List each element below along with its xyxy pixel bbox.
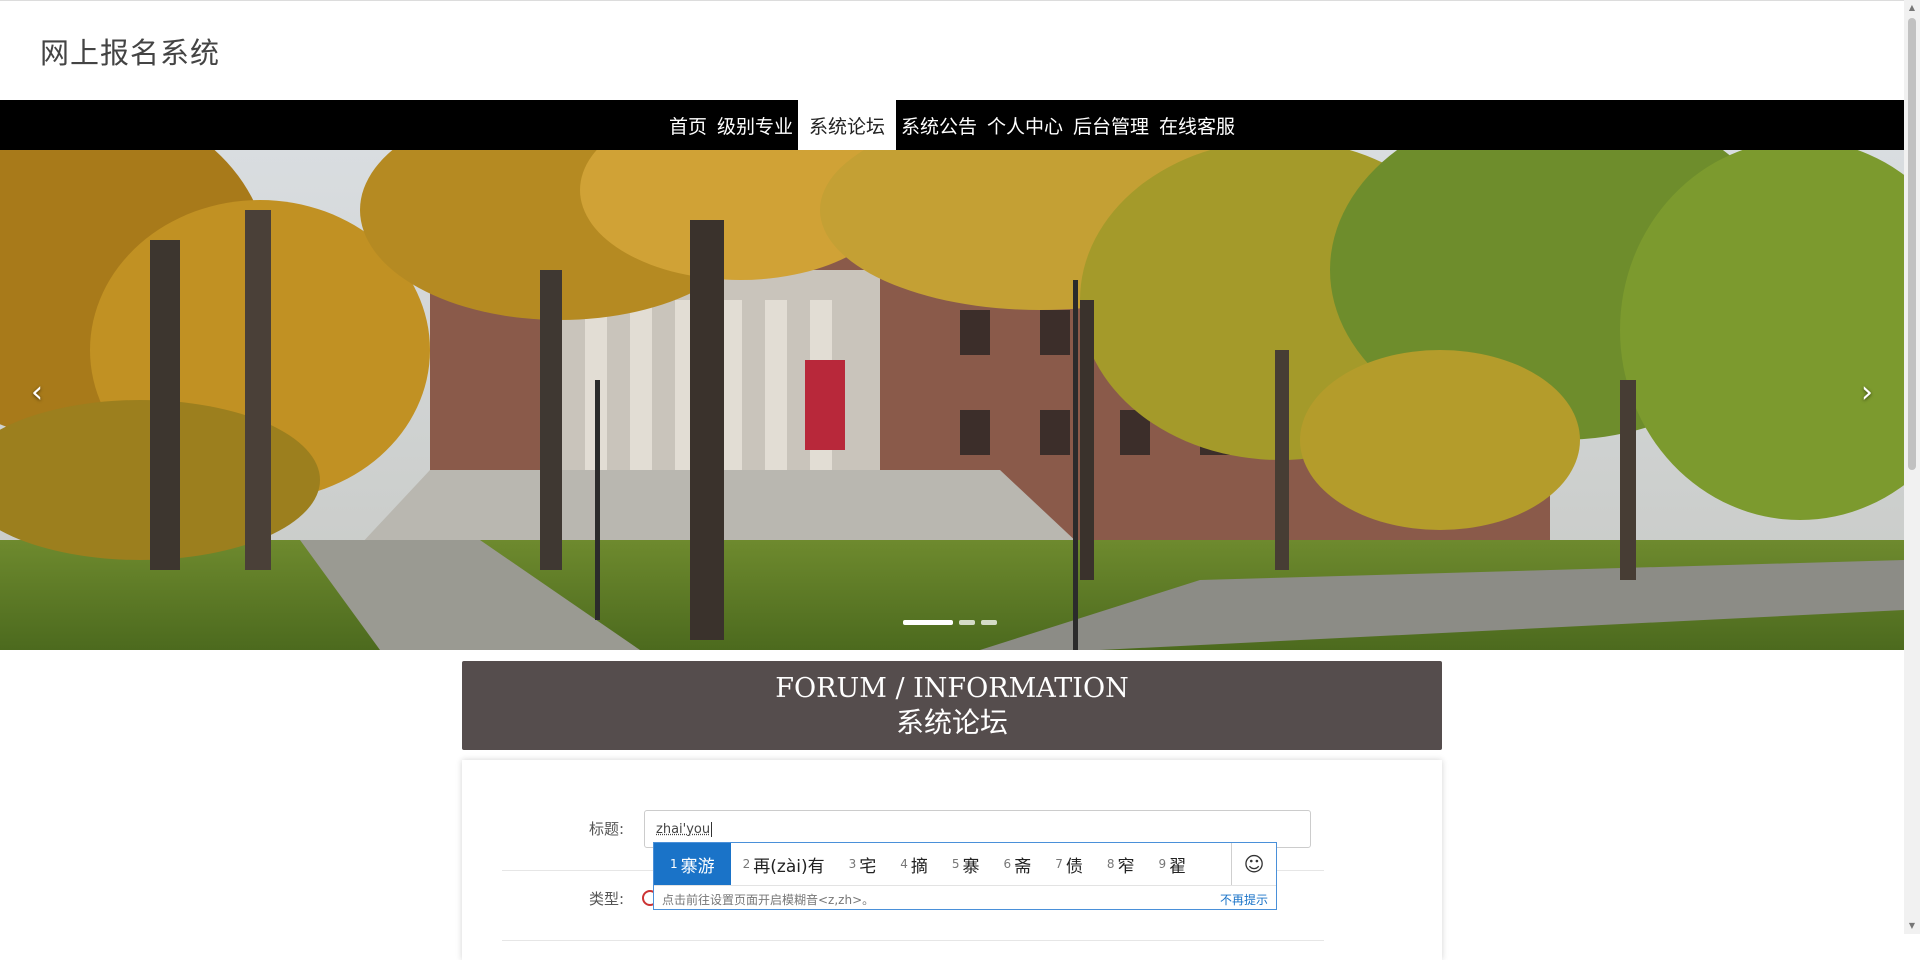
ime-candidate-list: 1 寨游 2 再(zài)有 3宅 4摘 5寨 6斋 7债 8窄 9翟 [654,843,1232,885]
main-navbar: 首页 级别专业 系统论坛 系统公告 个人中心 后台管理 在线客服 [0,100,1904,150]
carousel-indicator-2[interactable] [959,620,975,625]
type-label: 类型: [588,890,624,908]
ime-candidate-4[interactable]: 4摘 [888,843,940,885]
scroll-up-icon[interactable]: ▲ [1904,0,1920,16]
carousel-indicator-3[interactable] [981,620,997,625]
title-label: 标题: [588,820,624,838]
nav-item-online-service[interactable]: 在线客服 [1154,100,1240,150]
section-header: FORUM / INFORMATION 系统论坛 [462,661,1442,750]
section-title-en: FORUM / INFORMATION [775,673,1129,704]
ime-hint-text[interactable]: 点击前往设置页面开启模糊音<z,zh>。 [662,891,874,908]
carousel-indicator-1[interactable] [903,620,953,625]
ime-candidate-3[interactable]: 3宅 [837,843,889,885]
nav-item-levels-majors[interactable]: 级别专业 [712,100,798,150]
scroll-thumb[interactable] [1908,18,1916,470]
nav-item-forum[interactable]: 系统论坛 [797,100,896,150]
ime-candidate-8[interactable]: 8窄 [1095,843,1147,885]
ime-dismiss-link[interactable]: 不再提示 [1220,891,1268,908]
ime-candidate-popup: 1 寨游 2 再(zài)有 3宅 4摘 5寨 6斋 7债 8窄 9翟 ☺ 点击前往… [653,842,1277,910]
nav-item-admin[interactable]: 后台管理 [1068,100,1154,150]
ime-candidate-7[interactable]: 7债 [1043,843,1095,885]
top-border [0,0,1904,1]
ime-candidate-2[interactable]: 2 再(zài)有 [731,843,837,885]
ime-candidate-9[interactable]: 9翟 [1146,843,1198,885]
campus-photo [0,150,1904,650]
nav-item-home[interactable]: 首页 [664,100,712,150]
nav-item-announcements[interactable]: 系统公告 [896,100,982,150]
nav-item-personal-center[interactable]: 个人中心 [982,100,1068,150]
ime-candidate-1[interactable]: 1 寨游 [654,843,731,885]
ime-candidate-5[interactable]: 5寨 [940,843,992,885]
text-caret [711,821,713,837]
banner-carousel: ‹ › [0,150,1904,650]
carousel-next-icon[interactable]: › [1852,375,1882,410]
scroll-down-icon[interactable]: ▼ [1904,918,1920,934]
carousel-prev-icon[interactable]: ‹ [22,375,52,410]
emoji-icon[interactable]: ☺ [1231,843,1276,885]
ime-candidate-6[interactable]: 6斋 [992,843,1044,885]
section-title-cn: 系统论坛 [895,706,1008,739]
site-title: 网上报名系统 [40,36,221,70]
ime-composition-text: zhai'you [656,822,711,837]
carousel-indicators [903,620,997,625]
ime-footer: 点击前往设置页面开启模糊音<z,zh>。 不再提示 [654,885,1276,909]
page-scrollbar[interactable]: ▲ ▼ [1904,0,1920,934]
